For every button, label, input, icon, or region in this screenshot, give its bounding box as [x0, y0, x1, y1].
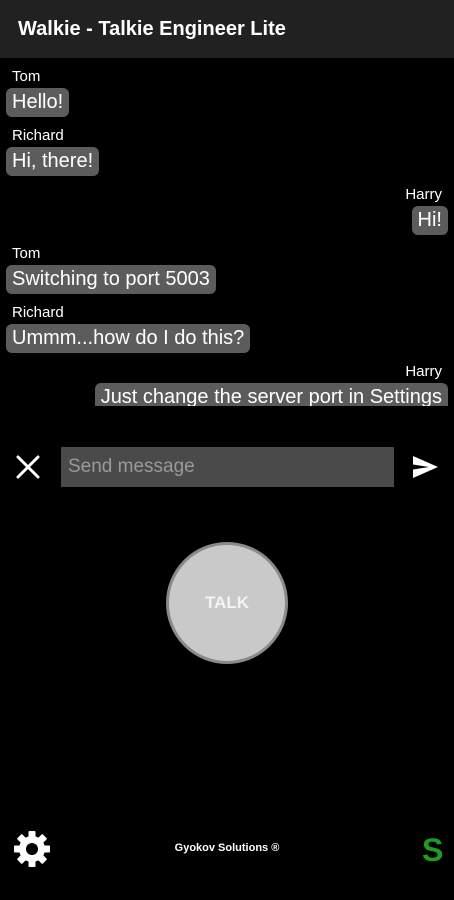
message-sender: Harry — [405, 363, 442, 380]
message-item: Richard Hi, there! — [0, 127, 454, 176]
message-item: Richard Ummm...how do I do this? — [0, 304, 454, 353]
app-title: Walkie - Talkie Engineer Lite — [18, 17, 286, 40]
message-sender: Tom — [12, 68, 41, 85]
message-item: Harry Just change the server port in Set… — [0, 363, 454, 406]
message-bubble: Switching to port 5003 — [6, 265, 216, 294]
message-sender: Richard — [12, 304, 64, 321]
message-sender: Tom — [12, 245, 41, 262]
message-bubble: Hi! — [411, 206, 448, 235]
message-bubble: Hi, there! — [6, 147, 100, 176]
message-input[interactable] — [61, 447, 394, 487]
message-item: Harry Hi! — [0, 186, 454, 235]
message-item: Tom Hello! — [0, 68, 454, 117]
send-icon[interactable] — [411, 454, 439, 480]
footer-brand: Gyokov Solutions ® — [174, 842, 280, 854]
message-sender: Richard — [12, 127, 64, 144]
server-status-indicator: S — [422, 832, 444, 868]
message-sender: Harry — [405, 186, 442, 203]
talk-button[interactable]: TALK — [166, 542, 288, 664]
message-composer — [0, 446, 454, 488]
message-bubble: Ummm...how do I do this? — [6, 324, 251, 353]
message-bubble: Just change the server port in Settings — [94, 383, 448, 406]
message-item: Tom Switching to port 5003 — [0, 245, 454, 294]
message-bubble: Hello! — [6, 88, 70, 117]
app-bar: Walkie - Talkie Engineer Lite — [0, 0, 454, 58]
chat-list[interactable]: Tom Hello! Richard Hi, there! Harry Hi! … — [0, 58, 454, 406]
close-icon[interactable] — [14, 453, 42, 481]
